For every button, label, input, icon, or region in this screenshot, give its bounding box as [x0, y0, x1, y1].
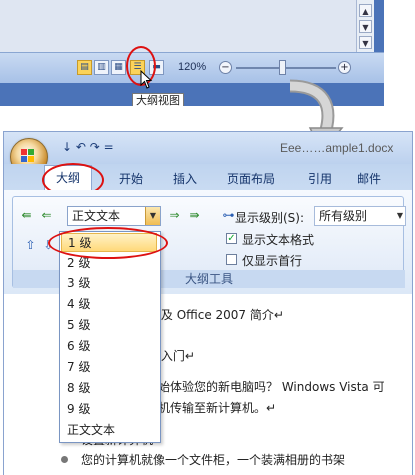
chevron-down-icon[interactable]: ▼	[145, 207, 160, 225]
print-layout-view-icon[interactable]: ▤	[77, 60, 92, 75]
outline-heading[interactable]: ta 及 Office 2007 简介↵	[145, 306, 284, 323]
outline-text[interactable]: 您的计算机就像一个文件柜，一个装满相册的书架	[81, 451, 345, 468]
show-level-combo[interactable]: 所有级别 ▼	[314, 206, 406, 226]
outline-bullet[interactable]	[61, 456, 68, 463]
vertical-scrollbar[interactable]: ▲ ▼ ▼	[356, 0, 374, 52]
dropdown-item-level-9[interactable]: 9 级	[61, 400, 157, 419]
document-area	[0, 0, 360, 52]
outline-heading[interactable]: 始体验您的新电脑吗？ Windows Vista 可	[158, 378, 385, 395]
tab-mailings[interactable]: 邮件	[357, 170, 381, 187]
scroll-down-icon[interactable]: ▼	[359, 36, 372, 49]
dropdown-item-level-7[interactable]: 7 级	[61, 358, 157, 377]
office-logo-icon	[21, 149, 34, 162]
promote-icon[interactable]: ⇐	[39, 208, 54, 223]
full-screen-reading-view-icon[interactable]: ▥	[94, 60, 109, 75]
show-level-label: 显示级别(S):	[235, 211, 305, 225]
web-layout-view-icon[interactable]: ▦	[111, 60, 126, 75]
highlight-circle	[48, 227, 168, 259]
dropdown-item-level-3[interactable]: 3 级	[61, 274, 157, 293]
scroll-down-icon[interactable]: ▼	[359, 20, 372, 33]
show-text-format-checkbox[interactable]: ✓	[226, 233, 237, 244]
tab-page-layout[interactable]: 页面布局	[227, 170, 275, 187]
outline-level-value: 正文文本	[72, 209, 121, 223]
title-bar: ↓ ↶ ↷ = Eee……ample1.docx	[4, 132, 412, 176]
demote-icon[interactable]: ⇒	[167, 208, 182, 223]
mouse-pointer-icon	[140, 70, 153, 89]
scroll-up-icon[interactable]: ▲	[359, 4, 372, 17]
outline-level-dropdown[interactable]: 1 级 2 级 3 级 4 级 5 级 6 级 7 级 8 级 9 级 正文文本	[59, 231, 161, 443]
show-first-line-checkbox[interactable]	[226, 254, 237, 265]
outline-text[interactable]: 机传输至新计算机。↵	[158, 399, 276, 416]
tooltip: 大纲视图	[132, 93, 184, 106]
zoom-level: 120%	[178, 61, 207, 73]
chevron-down-icon[interactable]: ▼	[397, 207, 403, 225]
move-up-icon[interactable]: ⇧	[23, 238, 38, 253]
quick-access-toolbar[interactable]: ↓ ↶ ↷ =	[62, 140, 114, 154]
dropdown-item-level-8[interactable]: 8 级	[61, 379, 157, 398]
zoom-out-icon[interactable]: −	[219, 61, 232, 74]
zoom-slider[interactable]	[236, 67, 336, 69]
promote-to-heading1-icon[interactable]: ⇚	[19, 208, 34, 223]
tab-references[interactable]: 引用	[308, 170, 332, 187]
zoom-in-icon[interactable]: +	[338, 61, 351, 74]
show-level-value: 所有级别	[319, 209, 368, 223]
show-first-line-label: 仅显示首行	[242, 254, 303, 268]
show-text-format-label: 显示文本格式	[242, 233, 315, 247]
dropdown-item-level-5[interactable]: 5 级	[61, 316, 157, 335]
ribbon-tabs: 大纲 开始 插入 页面布局 引用 邮件	[4, 163, 412, 197]
tab-insert[interactable]: 插入	[173, 170, 197, 187]
demote-to-body-icon[interactable]: ⇛	[187, 208, 202, 223]
dropdown-item-level-4[interactable]: 4 级	[61, 295, 157, 314]
dropdown-item-level-6[interactable]: 6 级	[61, 337, 157, 356]
tab-home[interactable]: 开始	[119, 170, 143, 187]
dropdown-item-body-text[interactable]: 正文文本	[61, 421, 157, 440]
window-title: Eee……ample1.docx	[280, 141, 394, 155]
outline-level-combo[interactable]: 正文文本 ▼	[67, 206, 161, 226]
zoom-slider-thumb[interactable]	[279, 60, 286, 75]
show-level-icon: ⊶	[222, 208, 235, 222]
